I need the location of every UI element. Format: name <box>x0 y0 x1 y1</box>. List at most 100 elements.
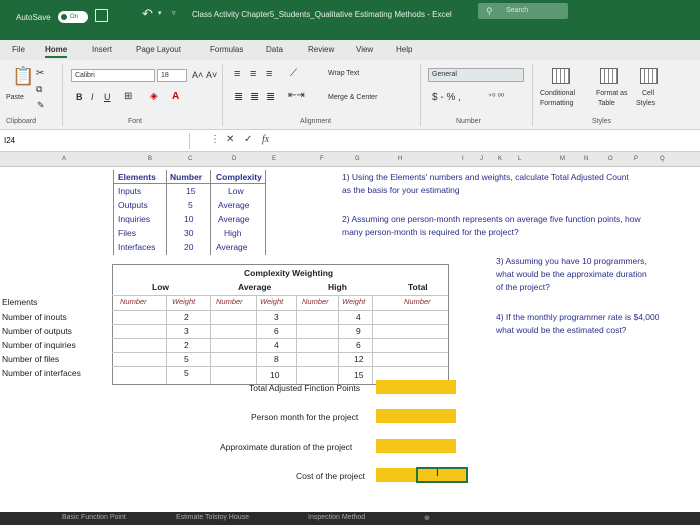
el-row-0-cx[interactable]: Low <box>228 186 244 196</box>
cell-styles-icon[interactable] <box>640 68 658 84</box>
hdr-complexity[interactable]: Complexity <box>216 172 262 182</box>
col-k[interactable]: K <box>498 156 502 162</box>
col-c[interactable]: C <box>188 156 192 162</box>
save-icon[interactable] <box>95 9 108 22</box>
format-as-table-label-1[interactable]: Format as <box>596 90 628 97</box>
wt-row-2-low[interactable]: 2 <box>184 340 189 350</box>
align-right-icon[interactable]: ≣ <box>266 90 275 103</box>
shrink-font-icon[interactable]: A˅ <box>206 70 217 80</box>
selected-cell-i24[interactable] <box>416 467 468 483</box>
wt-row-0-low[interactable]: 2 <box>184 312 189 322</box>
sheet-tab-inspection[interactable]: Inspection Method <box>308 514 365 521</box>
quick-access-icon[interactable]: ▿ <box>172 9 176 17</box>
total-adjusted-label[interactable]: Total Adjusted Finction Points <box>249 383 360 393</box>
el-row-2-cx[interactable]: Average <box>218 214 250 224</box>
font-color-icon[interactable]: A <box>172 91 179 102</box>
avg-weight-hdr[interactable]: Weight <box>260 297 283 307</box>
question-1-cont[interactable]: as the basis for your estimating <box>342 185 460 195</box>
total-number-hdr[interactable]: Number <box>404 297 431 307</box>
el-row-0-num[interactable]: 15 <box>186 186 195 196</box>
col-d[interactable]: D <box>232 156 236 162</box>
paste-label[interactable]: Paste <box>6 94 24 101</box>
conditional-formatting-label-1[interactable]: Conditional <box>540 90 575 97</box>
total-adjusted-cell[interactable] <box>376 380 456 394</box>
el-row-0-name[interactable]: Inputs <box>118 186 141 196</box>
col-j[interactable]: J <box>480 156 483 162</box>
align-left-icon[interactable]: ≣ <box>234 90 243 103</box>
question-3c[interactable]: of the project? <box>496 282 550 292</box>
question-2[interactable]: 2) Assuming one person-month represents … <box>342 214 641 224</box>
align-bottom-icon[interactable]: ≡ <box>266 68 272 80</box>
el-row-2-num[interactable]: 10 <box>184 214 193 224</box>
wt-row-2-avg[interactable]: 4 <box>274 340 279 350</box>
tab-review[interactable]: Review <box>308 45 334 54</box>
underline-button[interactable]: U <box>104 92 111 102</box>
el-row-1-num[interactable]: 5 <box>188 200 193 210</box>
question-4b[interactable]: what would be the estimated cost? <box>496 325 626 335</box>
question-2-cont[interactable]: many person-month is required for the pr… <box>342 227 519 237</box>
wt-row-1-avg[interactable]: 6 <box>274 326 279 336</box>
tab-insert[interactable]: Insert <box>92 45 112 54</box>
weighting-high[interactable]: High <box>328 282 347 292</box>
cancel-icon[interactable]: ✕ <box>226 134 234 145</box>
col-n[interactable]: N <box>584 156 588 162</box>
paste-icon[interactable]: 📋 <box>12 66 34 87</box>
high-weight-hdr[interactable]: Weight <box>342 297 365 307</box>
font-size-select[interactable]: 18 <box>157 69 187 82</box>
copy-icon[interactable]: ⧉ <box>36 84 42 95</box>
align-top-icon[interactable]: ≡ <box>234 68 240 80</box>
el-row-4-name[interactable]: Interfaces <box>118 242 155 252</box>
el-row-3-name[interactable]: Files <box>118 228 136 238</box>
tab-formulas[interactable]: Formulas <box>210 45 243 54</box>
search-box[interactable]: ⚲ Search <box>478 3 568 19</box>
person-month-label[interactable]: Person month for the project <box>251 412 358 422</box>
wt-row-4-label[interactable]: Number of interfaces <box>2 368 81 378</box>
conditional-formatting-icon[interactable] <box>552 68 570 84</box>
wt-row-0-high[interactable]: 4 <box>356 312 361 322</box>
cut-icon[interactable]: ✂ <box>36 68 44 79</box>
undo-dropdown-icon[interactable]: ▾ <box>158 9 162 17</box>
align-center-icon[interactable]: ≣ <box>250 90 259 103</box>
question-1[interactable]: 1) Using the Elements' numbers and weigh… <box>342 172 629 182</box>
autosave-toggle[interactable]: On <box>58 11 88 23</box>
undo-icon[interactable]: ↶ <box>142 6 153 22</box>
high-number-hdr[interactable]: Number <box>302 297 329 307</box>
add-sheet-icon[interactable]: ⊕ <box>424 514 430 522</box>
insert-function-button[interactable]: fx <box>262 134 269 145</box>
col-f[interactable]: F <box>320 156 324 162</box>
format-as-table-icon[interactable] <box>600 68 618 84</box>
tab-home[interactable]: Home <box>45 45 68 58</box>
el-row-3-num[interactable]: 30 <box>184 228 193 238</box>
conditional-formatting-label-2[interactable]: Formatting <box>540 100 573 107</box>
low-number-hdr[interactable]: Number <box>120 297 147 307</box>
question-4a[interactable]: 4) If the monthly programmer rate is $4,… <box>496 312 659 322</box>
indent-icon[interactable]: ⇤⇥ <box>288 90 305 101</box>
col-o[interactable]: O <box>608 156 613 162</box>
col-p[interactable]: P <box>634 156 638 162</box>
worksheet[interactable]: A B C D E F G H I J K L M N O P Q Elemen… <box>0 152 700 525</box>
avg-number-hdr[interactable]: Number <box>216 297 243 307</box>
wrap-text-button[interactable]: Wrap Text <box>328 70 359 77</box>
number-format-select[interactable]: General <box>428 68 524 82</box>
person-month-cell[interactable] <box>376 409 456 423</box>
wt-row-1-high[interactable]: 9 <box>356 326 361 336</box>
decimal-buttons-icon[interactable]: ⁺⁰ ⁰⁰ <box>488 92 504 101</box>
question-3b[interactable]: what would be the approximate duration <box>496 269 647 279</box>
col-e[interactable]: E <box>272 156 276 162</box>
col-a[interactable]: A <box>62 156 66 162</box>
wt-row-2-label[interactable]: Number of inquiries <box>2 340 76 350</box>
cost-label[interactable]: Cost of the project <box>296 471 365 481</box>
wt-row-3-avg[interactable]: 8 <box>274 354 279 364</box>
duration-cell[interactable] <box>376 439 456 453</box>
col-i[interactable]: I <box>462 156 464 162</box>
cell-styles-label-1[interactable]: Cell <box>642 90 654 97</box>
wt-row-2-high[interactable]: 6 <box>356 340 361 350</box>
borders-icon[interactable]: ⊞ <box>124 91 132 102</box>
col-h[interactable]: H <box>398 156 402 162</box>
wt-row-3-high[interactable]: 12 <box>354 354 363 364</box>
format-as-table-label-2[interactable]: Table <box>598 100 615 107</box>
name-box[interactable]: I24 <box>0 133 190 149</box>
align-middle-icon[interactable]: ≡ <box>250 68 256 80</box>
tab-file[interactable]: File <box>12 45 25 54</box>
number-format-buttons[interactable]: $ - % , <box>432 92 461 103</box>
